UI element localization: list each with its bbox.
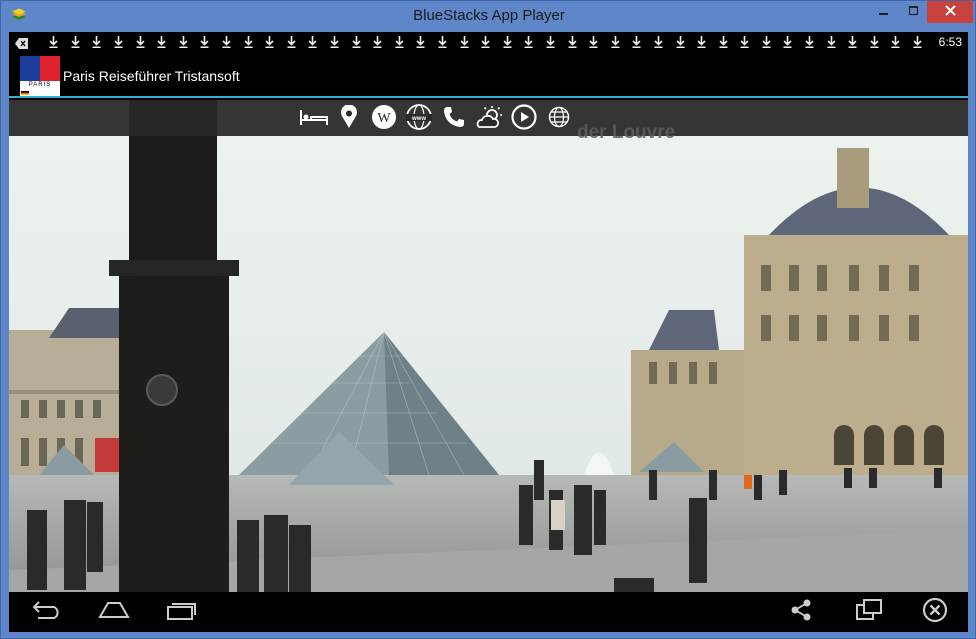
download-icon [518,33,540,51]
louvre-photo [9,100,968,592]
status-back-icon [15,36,28,49]
download-icon [432,33,454,51]
call-button[interactable] [436,105,471,134]
download-icon [129,33,151,51]
share-button[interactable] [789,599,813,626]
poi-toolbar: W www der Louvre [9,100,968,143]
download-icon [583,33,605,51]
download-icon [281,33,303,51]
app-logo-label: PARIS [28,82,52,88]
download-icon [194,33,216,51]
share-icon [790,599,812,626]
wikipedia-button[interactable]: W [366,104,401,131]
download-icon [108,33,130,51]
download-icon [302,33,324,51]
www-icon: www [405,103,433,135]
android-nav-bar [9,592,968,632]
download-icon [43,33,65,51]
download-icon [345,33,367,51]
translate-button[interactable] [541,106,576,133]
action-bar: PARIS Paris Reiseführer Tristansoft [9,52,968,98]
download-icon [540,33,562,51]
download-icon [561,33,583,51]
recents-icon [167,600,197,625]
hotel-button[interactable] [296,107,331,131]
minimize-button[interactable] [867,1,901,23]
download-icon [173,33,195,51]
download-icon [907,33,929,51]
german-flag-icon [21,91,29,95]
download-icon [820,33,842,51]
download-icon [453,33,475,51]
app-logo[interactable]: PARIS [20,56,60,96]
download-icon [65,33,87,51]
download-icon [86,33,108,51]
phone-icon [442,105,466,134]
maximize-icon [908,3,919,21]
back-icon [32,600,62,624]
map-pin-icon [340,103,358,134]
download-icon [389,33,411,51]
download-icon [885,33,907,51]
download-icon [151,33,173,51]
download-icon [734,33,756,51]
download-icon [648,33,670,51]
android-screen[interactable]: 6:53 PARIS Paris Reiseführer Tristansoft [9,32,968,632]
wikipedia-icon: W [371,104,397,135]
download-icon [410,33,432,51]
content-area: W www der Louvre [9,100,968,592]
bed-icon [299,108,328,131]
close-app-button[interactable] [921,597,949,624]
status-clock: 6:53 [938,35,962,49]
download-icon [799,33,821,51]
recents-button[interactable] [165,600,199,624]
back-button[interactable] [31,600,63,624]
website-button[interactable]: www [401,103,436,131]
maximize-button[interactable] [901,1,927,23]
download-icon [691,33,713,51]
home-icon [98,601,130,624]
download-icon [604,33,626,51]
download-icon [216,33,238,51]
svg-text:W: W [377,111,391,126]
download-icon [669,33,691,51]
close-button[interactable] [927,1,973,23]
close-app-icon [922,597,948,628]
play-icon [510,103,537,135]
download-icon [842,33,864,51]
download-icon [864,33,886,51]
video-button[interactable] [506,103,541,131]
title-bar[interactable]: BlueStacks App Player [1,1,976,32]
globe-icon [548,106,570,133]
download-icon [367,33,389,51]
download-icon [237,33,259,51]
bluestacks-window: BlueStacks App Player 6:53 PARIS Paris R… [0,0,976,639]
download-icon [496,33,518,51]
weather-icon [475,105,503,134]
notification-icons [43,33,928,51]
svg-text:www: www [410,116,425,122]
download-icon [259,33,281,51]
download-icon [777,33,799,51]
close-icon [944,3,956,21]
window-title: BlueStacks App Player [413,7,565,24]
place-name: der Louvre [577,122,676,143]
minimize-icon [879,3,889,21]
status-bar: 6:53 [9,32,968,52]
map-button[interactable] [331,103,366,134]
download-icon [475,33,497,51]
download-icon [324,33,346,51]
weather-button[interactable] [471,105,506,134]
rotate-button[interactable] [855,598,883,626]
app-title: Paris Reiseführer Tristansoft [63,68,240,84]
download-icon [626,33,648,51]
home-button[interactable] [97,600,131,624]
download-icon [712,33,734,51]
download-icon [756,33,778,51]
rotate-icon [856,598,882,626]
